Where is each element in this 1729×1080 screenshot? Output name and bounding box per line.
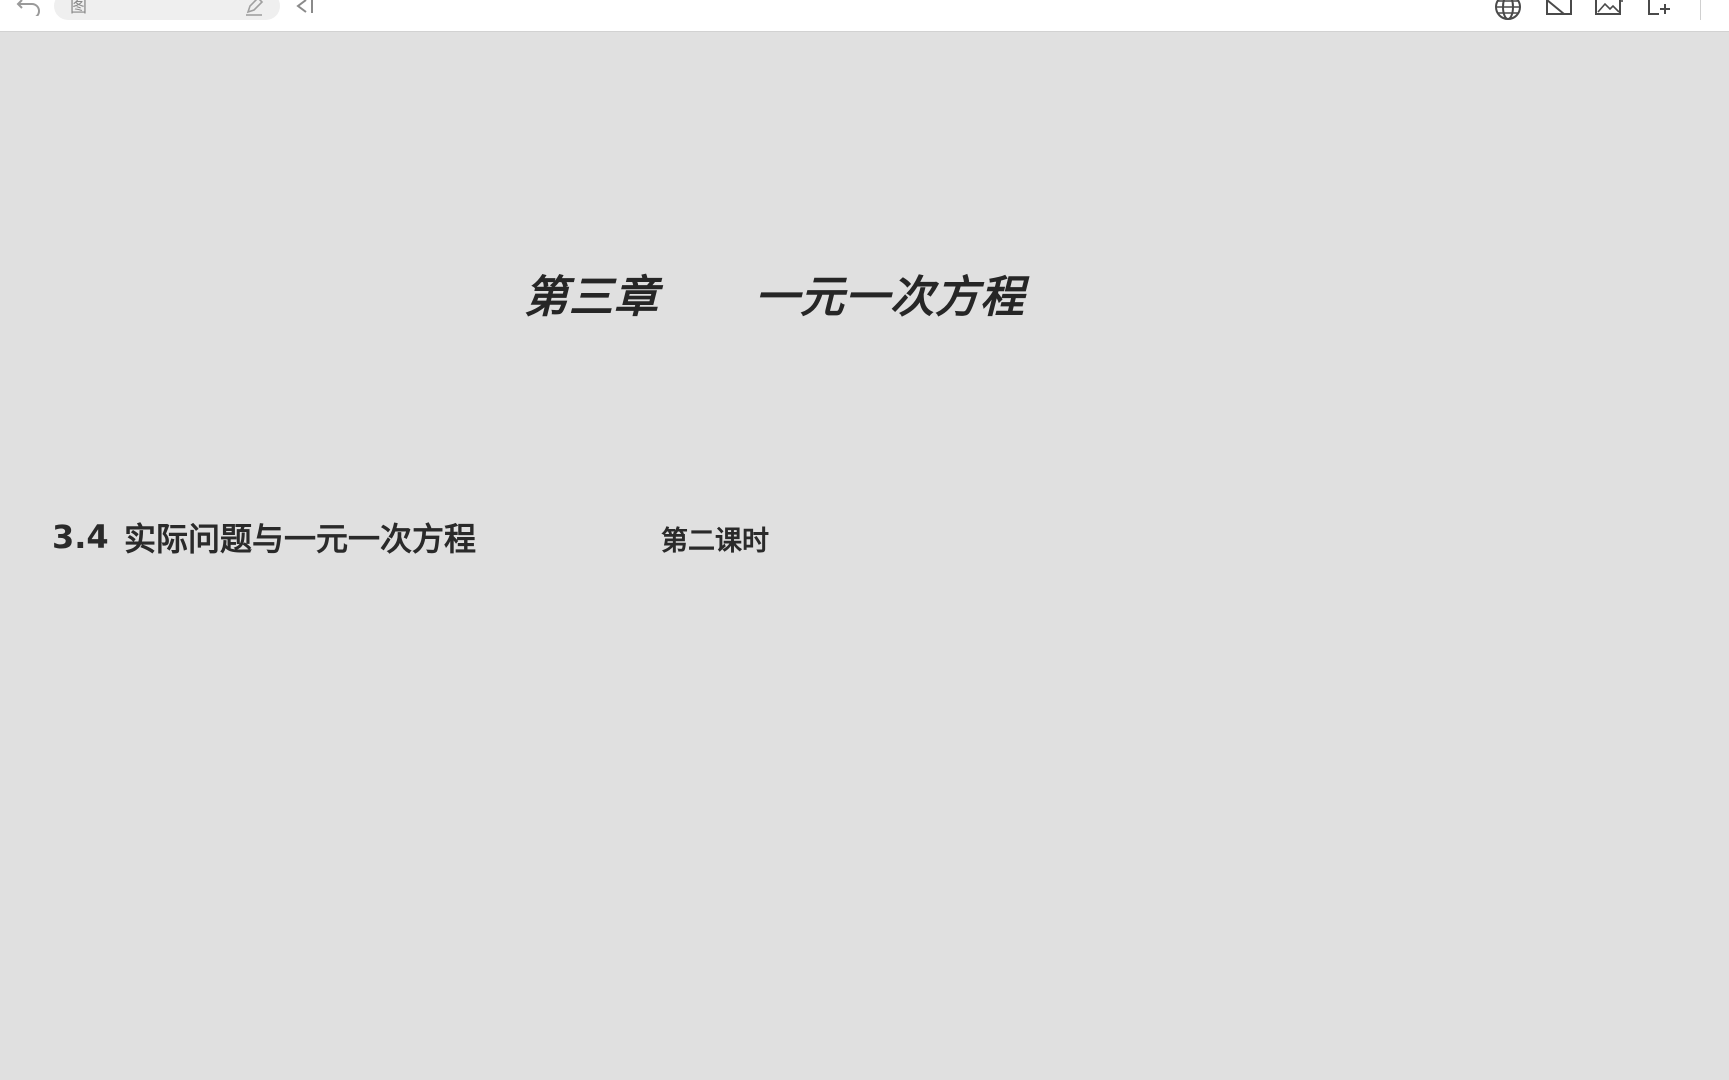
- undo-icon[interactable]: [16, 0, 44, 16]
- chapter-title: 第三章 一元一次方程: [524, 260, 1025, 326]
- chapter-label: 第三章: [524, 272, 659, 323]
- frame-add-icon[interactable]: [1645, 0, 1675, 18]
- search-field[interactable]: 图: [54, 0, 280, 20]
- section-title: 实际问题与一元一次方程: [124, 520, 477, 558]
- chapter-name: 一元一次方程: [755, 272, 1025, 323]
- globe-icon[interactable]: [1493, 0, 1523, 20]
- section-heading: 3.4 实际问题与一元一次方程: [52, 513, 476, 561]
- section-number: 3.4: [52, 518, 109, 556]
- toolbar-divider: [1700, 0, 1701, 20]
- image-add-icon[interactable]: [1594, 0, 1626, 18]
- edit-icon[interactable]: [244, 0, 264, 16]
- top-toolbar: 图: [0, 0, 1729, 32]
- lesson-label: 第二课时: [661, 525, 769, 557]
- search-text: 图: [70, 0, 87, 17]
- crop-icon[interactable]: [1544, 0, 1574, 18]
- back-icon[interactable]: [294, 0, 318, 16]
